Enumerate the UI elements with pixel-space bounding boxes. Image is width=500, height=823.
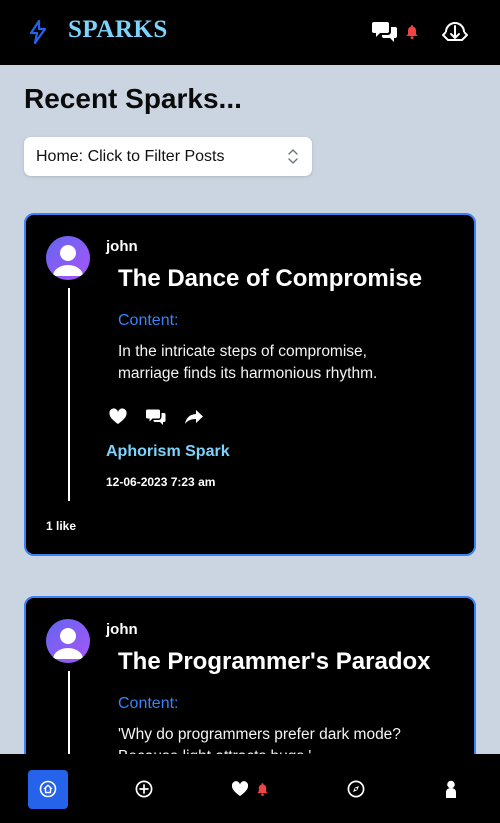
- user-avatar-icon: [53, 245, 83, 276]
- content-label: Content:: [118, 312, 179, 329]
- chevron-up-down-icon: [288, 149, 298, 164]
- top-header: SPARKS: [0, 0, 500, 65]
- add-post-icon[interactable]: [135, 780, 153, 798]
- post-date: 12-06-2023 7:23 am: [106, 475, 216, 489]
- post-username[interactable]: john: [106, 621, 138, 638]
- logout-icon[interactable]: [441, 18, 469, 44]
- profile-icon[interactable]: [443, 780, 459, 798]
- like-heart-icon[interactable]: [108, 408, 128, 426]
- spark-type[interactable]: Aphorism Spark: [106, 443, 230, 461]
- favorites-heart-icon[interactable]: [231, 780, 249, 798]
- post-card[interactable]: john The Dance of Compromise Content: In…: [24, 213, 476, 556]
- post-username[interactable]: john: [106, 238, 138, 255]
- brand-name[interactable]: SPARKS: [68, 16, 168, 44]
- filter-select[interactable]: Home: Click to Filter Posts: [24, 137, 312, 176]
- bolt-icon: [29, 20, 47, 44]
- notification-bell-icon[interactable]: [406, 25, 418, 39]
- avatar[interactable]: [46, 236, 90, 280]
- like-count[interactable]: 1 like: [46, 519, 76, 533]
- post-content: In the intricate steps of compromise, ma…: [118, 343, 378, 382]
- notification-bell-icon[interactable]: [257, 783, 268, 796]
- explore-compass-icon[interactable]: [347, 780, 365, 798]
- avatar[interactable]: [46, 619, 90, 663]
- chat-bubbles-icon[interactable]: [372, 20, 398, 44]
- bottom-nav: [0, 754, 500, 823]
- nav-home-button[interactable]: [28, 770, 68, 809]
- home-icon: [39, 780, 57, 798]
- post-title[interactable]: The Programmer's Paradox: [118, 648, 431, 676]
- thread-line: [68, 288, 70, 501]
- comment-icon[interactable]: [146, 408, 166, 426]
- share-icon[interactable]: [184, 408, 204, 426]
- user-avatar-icon: [53, 628, 83, 659]
- page-title: Recent Sparks...: [24, 83, 242, 114]
- content-label: Content:: [118, 695, 179, 712]
- filter-selected-value: Home: Click to Filter Posts: [36, 148, 225, 165]
- post-title[interactable]: The Dance of Compromise: [118, 265, 422, 293]
